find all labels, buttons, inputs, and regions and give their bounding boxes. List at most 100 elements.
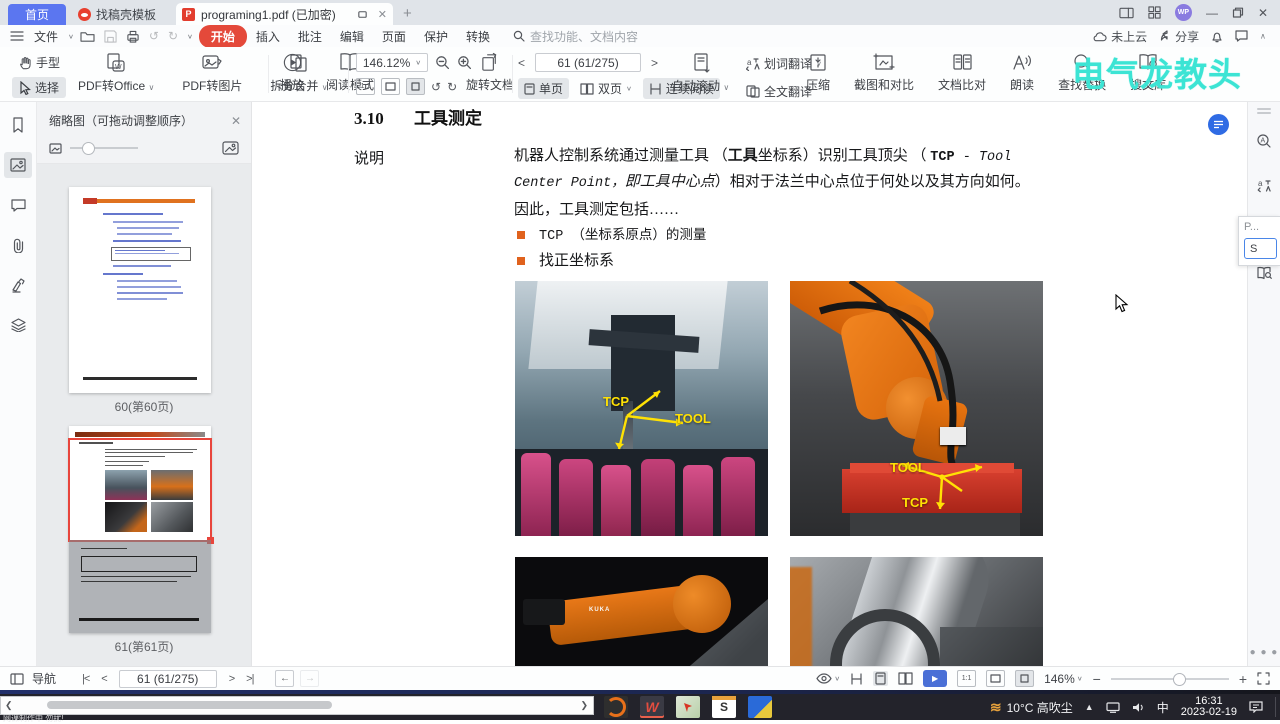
rotate-document-button[interactable]: 旋转文档 (462, 50, 518, 95)
hand-tool-button[interactable]: 手型 (12, 52, 66, 73)
prev-page-icon[interactable]: < (101, 673, 108, 685)
panel-drag-handle[interactable] (1257, 108, 1271, 110)
thumbnail-page-60[interactable] (69, 187, 211, 393)
menu-tab-page[interactable]: 页面 (373, 25, 415, 48)
double-page-view-icon[interactable] (898, 672, 913, 685)
hamburger-menu-icon[interactable] (10, 30, 24, 42)
select-tool-button[interactable]: 选择 (12, 77, 67, 98)
qat-more-chevron-icon[interactable]: ∨ (187, 32, 193, 39)
popup-action-button[interactable]: S (1244, 238, 1277, 259)
screenshot-compare-button[interactable]: 截图和对比 (850, 50, 918, 95)
print-icon[interactable] (126, 30, 140, 43)
zoom-in-icon[interactable]: + (1239, 671, 1247, 687)
notification-icon[interactable] (1211, 30, 1223, 43)
continuous-read-icon[interactable] (850, 672, 863, 685)
tray-volume-icon[interactable] (1132, 702, 1145, 713)
redo-icon[interactable]: ↻ (168, 29, 178, 43)
slideshow-play-button[interactable]: ▶ (923, 670, 948, 687)
layers-panel-icon[interactable] (4, 312, 32, 338)
play-button[interactable]: 播放 (276, 50, 308, 95)
tray-hidden-icons-chevron-icon[interactable]: ▲ (1085, 702, 1094, 712)
thumbnails-panel-icon[interactable] (4, 152, 32, 178)
tab-home[interactable]: 首页 (8, 4, 66, 25)
menu-tab-edit[interactable]: 编辑 (331, 25, 373, 48)
translate-icon[interactable]: a (1250, 172, 1278, 198)
close-sidebar-icon[interactable]: ✕ (231, 114, 241, 128)
pdf-to-office-button[interactable]: W PDF转Office ∨ (74, 50, 158, 96)
taskbar-app-s-icon[interactable]: S (712, 696, 736, 718)
zoom-slider-track[interactable] (1110, 672, 1229, 686)
minimize-icon[interactable]: — (1206, 6, 1218, 20)
bookmarks-panel-icon[interactable] (4, 112, 32, 138)
actual-size-icon[interactable]: 1:1 (356, 78, 375, 95)
taskbar-app-map-icon[interactable] (676, 696, 700, 718)
thumbnail-slider-knob[interactable] (82, 142, 95, 155)
thumbnail-page-61[interactable] (68, 426, 214, 633)
cloud-sync-button[interactable]: 未上云 (1092, 28, 1147, 45)
status-page-box[interactable]: 61 (61/275) (118, 669, 217, 688)
assistant-badge[interactable] (1208, 114, 1229, 135)
large-thumbnail-icon[interactable] (222, 141, 239, 155)
find-text-icon[interactable]: A (1250, 128, 1278, 154)
doc-compare-button[interactable]: 文档比对 (934, 50, 990, 95)
pdf-page-content[interactable]: 3.10 工具测定 说明 机器人控制系统通过测量工具 （工具坐标系）识别工具顶尖… (252, 102, 1248, 666)
read-aloud-button[interactable]: 朗读 (1006, 50, 1038, 95)
first-page-icon[interactable]: |< (82, 673, 90, 685)
view-back-icon[interactable]: ← (275, 670, 295, 687)
page-number-box[interactable]: 61 (61/275) (535, 53, 642, 72)
double-page-button[interactable]: 双页 ∨ (574, 78, 638, 99)
navigation-panel-icon[interactable] (10, 672, 24, 685)
fit-width-icon[interactable] (986, 670, 1006, 687)
tab-docer-template[interactable]: 找稿壳模板 (66, 4, 168, 25)
rotate-left-icon[interactable]: ↺ (431, 80, 441, 94)
more-tools-icon[interactable]: ● ● ● (1250, 647, 1279, 658)
scroll-right-icon[interactable]: ❯ (580, 700, 588, 711)
open-file-icon[interactable] (80, 30, 95, 43)
collapse-ribbon-icon[interactable]: ∨ (1260, 32, 1266, 41)
undo-icon[interactable]: ↺ (149, 29, 159, 43)
fit-page-icon[interactable] (1015, 670, 1035, 687)
next-page-icon[interactable]: > (229, 673, 236, 685)
tray-display-icon[interactable] (1106, 701, 1120, 713)
attachments-panel-icon[interactable] (4, 232, 32, 258)
navigation-label[interactable]: 导航 (32, 670, 56, 687)
menu-tab-convert[interactable]: 转换 (457, 25, 499, 48)
seal-panel-icon[interactable] (4, 272, 32, 298)
thumbnail-slider-track[interactable] (70, 142, 138, 155)
zoom-slider-knob[interactable] (1172, 672, 1186, 686)
apps-grid-icon[interactable] (1148, 6, 1161, 19)
taskbar-app-vm-icon[interactable] (748, 696, 772, 718)
horizontal-scrollbar[interactable]: ❮ ❯ (0, 696, 594, 715)
tray-clock[interactable]: 16:31 2023-02-19 (1181, 696, 1237, 718)
save-icon[interactable] (104, 29, 117, 43)
comments-panel-icon[interactable] (4, 192, 32, 218)
close-tab-icon[interactable]: ✕ (378, 8, 387, 21)
tray-ime-indicator[interactable]: 中 (1157, 699, 1169, 716)
file-menu[interactable]: 文件 (24, 28, 68, 45)
rotate-right-icon[interactable]: ↻ (447, 80, 457, 94)
pdf-to-image-button[interactable]: PDF转图片 (178, 50, 246, 96)
small-thumbnail-icon[interactable] (49, 142, 62, 154)
eye-protection-button[interactable]: ∨ (816, 673, 840, 684)
show-desktop-divider[interactable] (1275, 697, 1276, 717)
fullscreen-icon[interactable] (1257, 672, 1270, 685)
comment-icon[interactable] (1235, 30, 1248, 42)
layout-switch-icon[interactable] (1119, 7, 1134, 19)
new-tab-icon[interactable]: + (403, 5, 412, 22)
search-input[interactable]: 查找功能、文档内容 (513, 28, 638, 45)
zoom-value-box[interactable]: 146.12% ∨ (356, 53, 428, 72)
taskbar-app-recorder-icon[interactable] (604, 696, 628, 718)
floating-promo-popup[interactable]: P... S (1238, 216, 1280, 266)
menu-tab-insert[interactable]: 插入 (247, 25, 289, 48)
scroll-left-icon[interactable]: ❮ (5, 700, 13, 711)
share-button[interactable]: 分享 (1159, 28, 1199, 45)
view-forward-icon[interactable]: → (300, 670, 320, 687)
prev-page-icon[interactable]: < (518, 56, 525, 70)
menu-tab-protect[interactable]: 保护 (415, 25, 457, 48)
viewport-indicator[interactable] (68, 438, 214, 544)
zoom-level-button[interactable]: 146% ∨ (1044, 672, 1083, 686)
single-page-button[interactable]: 单页 (518, 78, 570, 99)
zoom-out-icon[interactable] (435, 55, 450, 70)
actual-size-icon[interactable]: 1:1 (957, 670, 977, 687)
auto-scroll-button[interactable]: 自动滚动 ∨ (668, 50, 733, 96)
